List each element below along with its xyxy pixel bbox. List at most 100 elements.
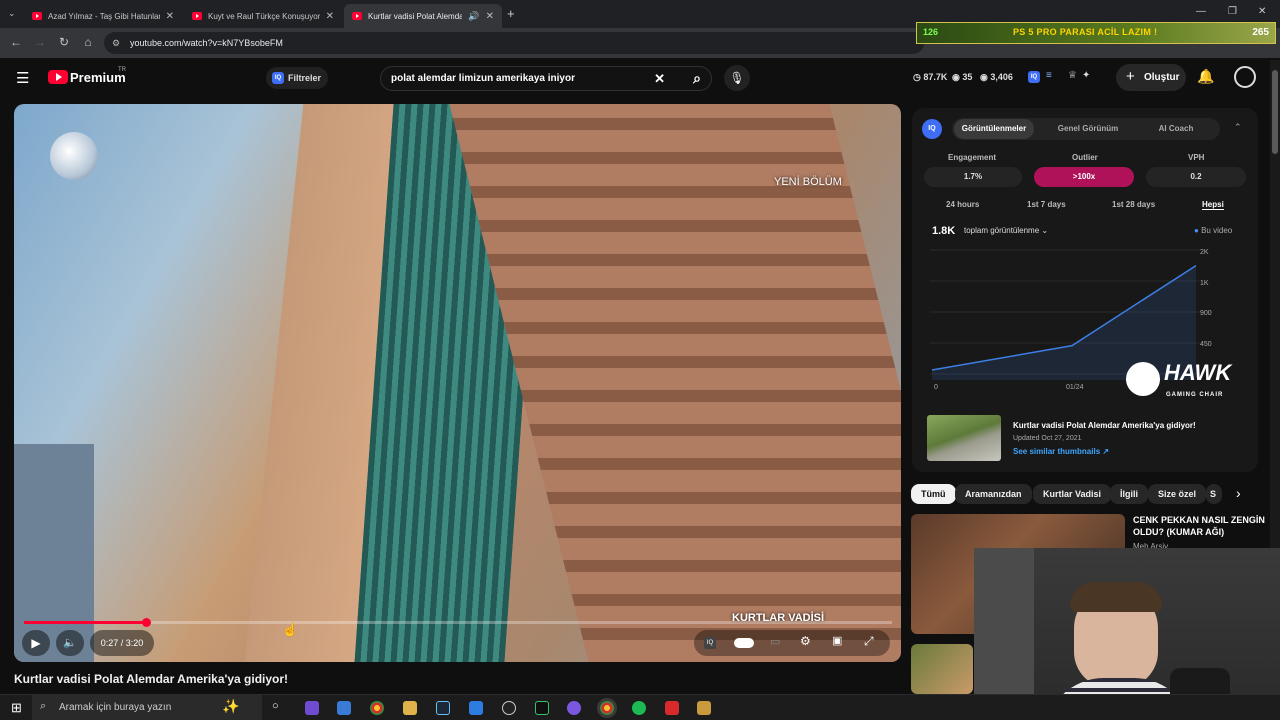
tab-overview[interactable]: Genel Görünüm (1048, 119, 1128, 139)
vidiq-icon[interactable]: IQ (1028, 71, 1040, 83)
youtube-logo-icon[interactable] (48, 70, 68, 84)
vidiq-panel: IQ Görüntülenmeler Genel Görünüm AI Coac… (912, 108, 1258, 472)
viewers-stat: ◉ 3,406 (980, 72, 1013, 82)
chip-all[interactable]: Tümü (911, 484, 956, 504)
volume-icon[interactable]: 🔈 (56, 630, 84, 656)
tab-views[interactable]: Görüntülenmeler (954, 119, 1034, 139)
obs-icon[interactable] (567, 701, 581, 715)
steam-icon[interactable] (436, 701, 450, 715)
close-tab-icon[interactable]: ✕ (166, 11, 174, 22)
country-code: TR (118, 67, 126, 73)
browser-tab[interactable]: Azad Yılmaz - Taş Gibi Hatunlar ✕ (24, 4, 182, 28)
video-player[interactable]: YENİ BÖLÜM KURTLAR VADİSİ ▶ 🔈 0:27 / 3:2… (14, 104, 901, 662)
outlier-value: >100x (1034, 167, 1134, 187)
browser-tab[interactable]: Kuyt ve Raul Türkçe Konuşuyor ✕ (184, 4, 342, 28)
close-window-icon[interactable]: ✕ (1258, 6, 1266, 17)
vidiq-icon[interactable]: IQ (704, 637, 716, 649)
app-icon[interactable] (535, 701, 549, 715)
sparkle-icon[interactable]: ✦ (1082, 70, 1090, 81)
forward-icon[interactable]: → (32, 35, 48, 49)
range-all[interactable]: Hepsi (1202, 200, 1224, 210)
total-dropdown[interactable]: toplam görüntülenme ⌄ (964, 226, 1048, 235)
collapse-chevron-icon[interactable]: ⌃ (1234, 122, 1242, 133)
autoplay-toggle[interactable] (734, 638, 754, 648)
spotify-icon[interactable] (632, 701, 646, 715)
back-icon[interactable]: ← (8, 35, 24, 49)
app-icon[interactable] (665, 701, 679, 715)
trophy-icon[interactable]: ♕ (1068, 70, 1077, 81)
scrollbar-thumb[interactable] (1272, 70, 1278, 154)
restore-icon[interactable]: ❐ (1228, 6, 1237, 17)
browser-tab-active[interactable]: Kurtlar vadisi Polat Alemdar 🔊 ✕ (344, 4, 502, 28)
range-7d[interactable]: 1st 7 days (1027, 200, 1066, 209)
youtube-header: ☰ Premium TR IQ Filtreler polat alemdar … (0, 58, 1280, 98)
windows-taskbar: ⊞ ⌕ Aramak için buraya yazın ✨ ○ (0, 694, 1280, 720)
vidiq-logo-icon: IQ (922, 119, 942, 139)
sparkle-icon: ✨ (222, 698, 240, 714)
chrome-icon[interactable] (600, 701, 614, 715)
fullscreen-icon[interactable]: ⤢ (864, 634, 874, 649)
chrome-icon[interactable] (370, 701, 384, 715)
metric-label: Outlier (1072, 153, 1098, 162)
taskbar-search[interactable]: ⌕ Aramak için buraya yazın ✨ (32, 695, 262, 720)
y-tick-label: 450 (1200, 341, 1212, 348)
chip-kurtlar-vadisi[interactable]: Kurtlar Vadisi (1033, 484, 1112, 504)
range-24h[interactable]: 24 hours (946, 200, 979, 209)
calculator-icon[interactable] (337, 701, 351, 715)
task-view-icon[interactable]: ○ (272, 700, 279, 712)
subtitles-icon[interactable]: ▭ (770, 635, 780, 648)
y-tick-label: 1K (1200, 280, 1209, 287)
url-field[interactable]: ⚙ youtube.com/watch?v=kN7YBsobeFM (104, 32, 924, 54)
site-info-icon[interactable]: ⚙ (112, 32, 120, 54)
clear-search-icon[interactable]: ✕ (654, 67, 665, 90)
page-scrollbar[interactable] (1270, 60, 1280, 548)
app-icon[interactable] (502, 701, 516, 715)
range-28d[interactable]: 1st 28 days (1112, 200, 1155, 209)
menu-icon[interactable]: ☰ (16, 69, 29, 87)
thumb-title: Kurtlar vadisi Polat Alemdar Amerika'ya … (1013, 421, 1196, 430)
voice-search-icon[interactable]: 🎙 (724, 65, 750, 91)
close-tab-icon[interactable]: ✕ (486, 11, 494, 22)
search-input[interactable]: polat alemdar limizun amerikaya iniyor ✕… (380, 66, 712, 91)
vidiq-icon: IQ (272, 72, 284, 84)
similar-thumbnails-link[interactable]: See similar thumbnails ↗ (1013, 447, 1109, 456)
recommended-thumbnail[interactable] (911, 644, 973, 694)
progress-scrubber[interactable] (142, 618, 152, 627)
tab-search-icon[interactable]: ⌄ (8, 8, 16, 19)
reload-icon[interactable]: ↻ (56, 35, 72, 49)
windows-start-icon[interactable]: ⊞ (11, 700, 22, 716)
video-thumbnail[interactable] (927, 415, 1001, 461)
create-button[interactable]: + Oluştur (1116, 64, 1186, 91)
recommended-title[interactable]: CENK PEKKAN NASIL ZENGİN OLDU? (KUMAR AĞ… (1133, 514, 1273, 538)
home-icon[interactable]: ⌂ (80, 35, 96, 49)
chip-partial[interactable]: S (1206, 484, 1222, 504)
league-icon[interactable] (697, 701, 711, 715)
app-icon[interactable] (305, 701, 319, 715)
search-icon[interactable]: ⌕ (693, 67, 701, 90)
new-tab-icon[interactable]: + (507, 6, 515, 21)
avatar[interactable] (1234, 66, 1256, 88)
likes-stat: ◉ 35 (952, 72, 973, 82)
play-button[interactable]: ▶ (22, 630, 50, 656)
tab-ai-coach[interactable]: AI Coach (1136, 119, 1216, 139)
video-overlay-text: YENİ BÖLÜM (774, 176, 842, 188)
theater-mode-icon[interactable]: ▣ (832, 634, 842, 647)
settings-gear-icon[interactable]: ⚙ (800, 634, 811, 648)
hawk-logo-icon (1126, 362, 1160, 396)
filters-button[interactable]: IQ Filtreler (266, 67, 328, 89)
notifications-bell-icon[interactable]: 🔔 (1197, 68, 1214, 85)
progress-bar-fill (24, 621, 147, 624)
minimize-icon[interactable]: — (1196, 6, 1206, 17)
x-tick-label: 01/24 (1066, 384, 1084, 391)
file-explorer-icon[interactable] (403, 701, 417, 715)
list-icon[interactable]: ≡ (1046, 70, 1052, 81)
chip-related[interactable]: İlgili (1110, 484, 1148, 504)
close-tab-icon[interactable]: ✕ (326, 11, 334, 22)
progress-bar-track[interactable] (24, 618, 892, 627)
chip-from-search[interactable]: Aramanızdan (955, 484, 1032, 504)
chips-next-chevron-icon[interactable]: › (1236, 485, 1241, 501)
metric-label: Engagement (948, 153, 997, 162)
sponsor-sub: GAMING CHAIR (1166, 392, 1224, 398)
app-icon[interactable] (469, 701, 483, 715)
chip-for-you[interactable]: Size özel (1148, 484, 1207, 504)
